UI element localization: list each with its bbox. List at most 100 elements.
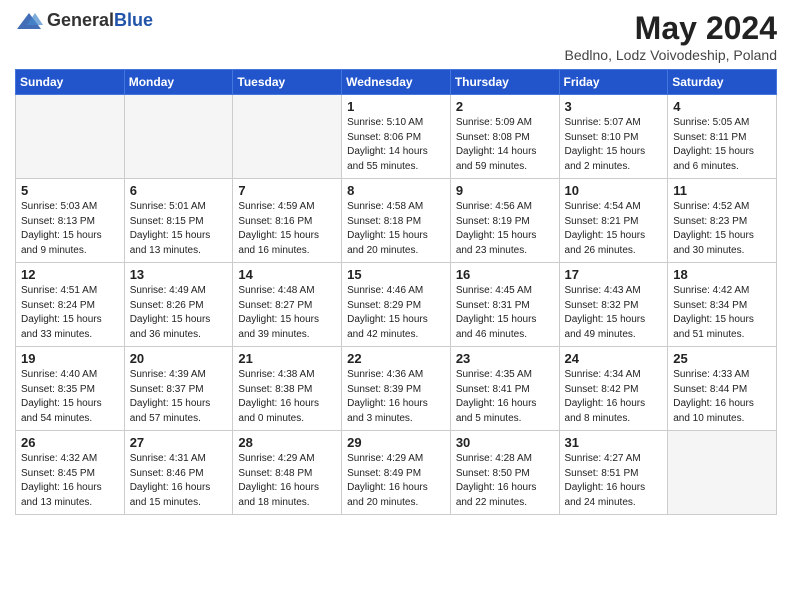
- calendar-cell: 30 Sunrise: 4:28 AMSunset: 8:50 PMDayligh…: [450, 431, 559, 515]
- cell-info: Sunrise: 4:58 AMSunset: 8:18 PMDaylight:…: [347, 200, 445, 258]
- weekday-header: Monday: [124, 70, 233, 95]
- title-block: May 2024 Bedlno, Lodz Voivodeship, Polan…: [565, 10, 778, 63]
- cell-info: Sunrise: 5:01 AMSunset: 8:15 PMDaylight:…: [130, 200, 228, 258]
- location: Bedlno, Lodz Voivodeship, Poland: [565, 47, 778, 63]
- calendar-week-row: 26Sunrise: 4:32 AMSunset: 8:45 PMDayligh…: [16, 431, 777, 515]
- day-number: 30: [456, 435, 554, 450]
- day-number: 31: [565, 435, 663, 450]
- calendar-cell: 26Sunrise: 4:32 AMSunset: 8:45 PMDayligh…: [16, 431, 125, 515]
- cell-info: Sunrise: 4:54 AMSunset: 8:21 PMDaylight:…: [565, 200, 663, 258]
- calendar-cell: [16, 95, 125, 179]
- logo-blue: Blue: [114, 10, 153, 30]
- calendar-cell: 9 Sunrise: 4:56 AMSunset: 8:19 PMDaylight…: [450, 179, 559, 263]
- calendar-cell: 6Sunrise: 5:01 AMSunset: 8:15 PMDaylight…: [124, 179, 233, 263]
- calendar-cell: 31 Sunrise: 4:27 AMSunset: 8:51 PMDayligh…: [559, 431, 668, 515]
- cell-info: Sunrise: 4:43 AMSunset: 8:32 PMDaylight:…: [565, 284, 663, 342]
- cell-info: Sunrise: 4:32 AMSunset: 8:45 PMDaylight:…: [21, 452, 119, 510]
- weekday-header: Thursday: [450, 70, 559, 95]
- cell-info: Sunrise: 4:28 AMSunset: 8:50 PMDaylight:…: [456, 452, 554, 510]
- cell-info: Sunrise: 4:46 AMSunset: 8:29 PMDaylight:…: [347, 284, 445, 342]
- calendar-cell: [668, 431, 777, 515]
- day-number: 12: [21, 267, 119, 282]
- day-number: 17: [565, 267, 663, 282]
- calendar-cell: 5 Sunrise: 5:03 AMSunset: 8:13 PMDaylight…: [16, 179, 125, 263]
- calendar-cell: 28 Sunrise: 4:29 AMSunset: 8:48 PMDayligh…: [233, 431, 342, 515]
- calendar-cell: 25Sunrise: 4:33 AMSunset: 8:44 PMDayligh…: [668, 347, 777, 431]
- day-number: 9: [456, 183, 554, 198]
- calendar-cell: 4Sunrise: 5:05 AMSunset: 8:11 PMDaylight…: [668, 95, 777, 179]
- calendar-cell: 15 Sunrise: 4:46 AMSunset: 8:29 PMDayligh…: [342, 263, 451, 347]
- calendar-table: SundayMondayTuesdayWednesdayThursdayFrid…: [15, 69, 777, 515]
- logo: GeneralBlue: [15, 10, 153, 31]
- calendar-cell: 8Sunrise: 4:58 AMSunset: 8:18 PMDaylight…: [342, 179, 451, 263]
- calendar-week-row: 12 Sunrise: 4:51 AMSunset: 8:24 PMDayligh…: [16, 263, 777, 347]
- cell-info: Sunrise: 5:07 AMSunset: 8:10 PMDaylight:…: [565, 116, 663, 174]
- calendar-cell: 22Sunrise: 4:36 AMSunset: 8:39 PMDayligh…: [342, 347, 451, 431]
- weekday-header: Friday: [559, 70, 668, 95]
- cell-info: Sunrise: 4:34 AMSunset: 8:42 PMDaylight:…: [565, 368, 663, 426]
- cell-info: Sunrise: 4:27 AMSunset: 8:51 PMDaylight:…: [565, 452, 663, 510]
- calendar-cell: 2 Sunrise: 5:09 AMSunset: 8:08 PMDaylight…: [450, 95, 559, 179]
- calendar-body: 1 Sunrise: 5:10 AMSunset: 8:06 PMDaylight…: [16, 95, 777, 515]
- day-number: 5: [21, 183, 119, 198]
- calendar-cell: [233, 95, 342, 179]
- cell-info: Sunrise: 4:29 AMSunset: 8:48 PMDaylight:…: [238, 452, 336, 510]
- day-number: 13: [130, 267, 228, 282]
- day-number: 4: [673, 99, 771, 114]
- calendar-week-row: 1 Sunrise: 5:10 AMSunset: 8:06 PMDaylight…: [16, 95, 777, 179]
- calendar-cell: [124, 95, 233, 179]
- logo-general: General: [47, 10, 114, 30]
- calendar-cell: 1 Sunrise: 5:10 AMSunset: 8:06 PMDaylight…: [342, 95, 451, 179]
- day-number: 11: [673, 183, 771, 198]
- calendar-cell: 24Sunrise: 4:34 AMSunset: 8:42 PMDayligh…: [559, 347, 668, 431]
- day-number: 21: [238, 351, 336, 366]
- weekday-row: SundayMondayTuesdayWednesdayThursdayFrid…: [16, 70, 777, 95]
- cell-info: Sunrise: 4:42 AMSunset: 8:34 PMDaylight:…: [673, 284, 771, 342]
- day-number: 16: [456, 267, 554, 282]
- calendar-cell: 27 Sunrise: 4:31 AMSunset: 8:46 PMDayligh…: [124, 431, 233, 515]
- day-number: 20: [130, 351, 228, 366]
- day-number: 27: [130, 435, 228, 450]
- day-number: 7: [238, 183, 336, 198]
- day-number: 2: [456, 99, 554, 114]
- day-number: 28: [238, 435, 336, 450]
- logo-text: GeneralBlue: [47, 10, 153, 31]
- day-number: 19: [21, 351, 119, 366]
- day-number: 15: [347, 267, 445, 282]
- day-number: 29: [347, 435, 445, 450]
- calendar-cell: 13 Sunrise: 4:49 AMSunset: 8:26 PMDayligh…: [124, 263, 233, 347]
- calendar-cell: 7 Sunrise: 4:59 AMSunset: 8:16 PMDaylight…: [233, 179, 342, 263]
- calendar-cell: 12 Sunrise: 4:51 AMSunset: 8:24 PMDayligh…: [16, 263, 125, 347]
- cell-info: Sunrise: 4:51 AMSunset: 8:24 PMDaylight:…: [21, 284, 119, 342]
- weekday-header: Tuesday: [233, 70, 342, 95]
- cell-info: Sunrise: 4:48 AMSunset: 8:27 PMDaylight:…: [238, 284, 336, 342]
- calendar-cell: 3 Sunrise: 5:07 AMSunset: 8:10 PMDaylight…: [559, 95, 668, 179]
- day-number: 22: [347, 351, 445, 366]
- weekday-header: Sunday: [16, 70, 125, 95]
- cell-info: Sunrise: 4:38 AMSunset: 8:38 PMDaylight:…: [238, 368, 336, 426]
- cell-info: Sunrise: 4:29 AMSunset: 8:49 PMDaylight:…: [347, 452, 445, 510]
- cell-info: Sunrise: 4:45 AMSunset: 8:31 PMDaylight:…: [456, 284, 554, 342]
- cell-info: Sunrise: 4:35 AMSunset: 8:41 PMDaylight:…: [456, 368, 554, 426]
- cell-info: Sunrise: 4:56 AMSunset: 8:19 PMDaylight:…: [456, 200, 554, 258]
- day-number: 23: [456, 351, 554, 366]
- month-year: May 2024: [565, 10, 778, 47]
- day-number: 25: [673, 351, 771, 366]
- calendar-cell: 10Sunrise: 4:54 AMSunset: 8:21 PMDayligh…: [559, 179, 668, 263]
- cell-info: Sunrise: 4:40 AMSunset: 8:35 PMDaylight:…: [21, 368, 119, 426]
- cell-info: Sunrise: 4:31 AMSunset: 8:46 PMDaylight:…: [130, 452, 228, 510]
- cell-info: Sunrise: 5:09 AMSunset: 8:08 PMDaylight:…: [456, 116, 554, 174]
- cell-info: Sunrise: 5:10 AMSunset: 8:06 PMDaylight:…: [347, 116, 445, 174]
- page-header: GeneralBlue May 2024 Bedlno, Lodz Voivod…: [15, 10, 777, 63]
- cell-info: Sunrise: 4:52 AMSunset: 8:23 PMDaylight:…: [673, 200, 771, 258]
- day-number: 3: [565, 99, 663, 114]
- cell-info: Sunrise: 4:59 AMSunset: 8:16 PMDaylight:…: [238, 200, 336, 258]
- calendar-cell: 21 Sunrise: 4:38 AMSunset: 8:38 PMDayligh…: [233, 347, 342, 431]
- cell-info: Sunrise: 5:03 AMSunset: 8:13 PMDaylight:…: [21, 200, 119, 258]
- calendar-cell: 14Sunrise: 4:48 AMSunset: 8:27 PMDayligh…: [233, 263, 342, 347]
- day-number: 1: [347, 99, 445, 114]
- calendar-cell: 16 Sunrise: 4:45 AMSunset: 8:31 PMDayligh…: [450, 263, 559, 347]
- calendar-cell: 23 Sunrise: 4:35 AMSunset: 8:41 PMDayligh…: [450, 347, 559, 431]
- cell-info: Sunrise: 4:49 AMSunset: 8:26 PMDaylight:…: [130, 284, 228, 342]
- logo-icon: [15, 11, 43, 31]
